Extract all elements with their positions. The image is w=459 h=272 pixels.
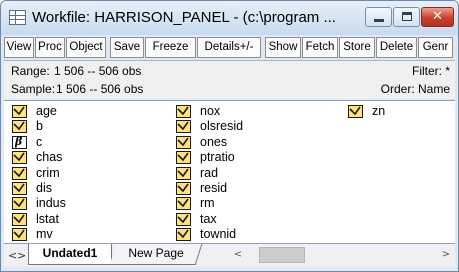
series-icon: [176, 166, 191, 180]
series-icon: [12, 105, 27, 118]
object-name: mv: [36, 227, 53, 242]
series-icon: [176, 120, 191, 134]
object-name: rad: [200, 165, 219, 180]
series-icon: [12, 166, 27, 180]
series-icon: [176, 135, 191, 149]
filter-value[interactable]: Filter: *: [412, 64, 450, 78]
workfile-app-icon: [9, 10, 26, 25]
series-icon: [176, 151, 191, 165]
object-name: rm: [200, 196, 215, 211]
object-name: resid: [200, 181, 228, 195]
coefficient-icon: β: [12, 134, 27, 149]
view-button[interactable]: View: [4, 37, 34, 58]
object-name: olsresid: [200, 119, 244, 134]
sample-value[interactable]: 1 506 -- 506 obs: [56, 82, 143, 96]
freeze-button[interactable]: Freeze: [145, 37, 196, 58]
sample-label: Sample:: [11, 82, 56, 96]
object-name: ptratio: [200, 150, 235, 165]
range-value[interactable]: 1 506 -- 506 obs: [54, 64, 141, 78]
page-tab-bar: < > Undated1 New Page < >: [4, 243, 455, 267]
maximize-icon: [402, 12, 412, 21]
tab-prev-button[interactable]: <: [8, 249, 17, 262]
object-name: nox: [200, 104, 221, 118]
series-icon: [12, 151, 27, 165]
close-button[interactable]: ✕: [421, 7, 454, 27]
window-title: Workfile: HARRISON_PANEL - (c:\program .…: [32, 9, 336, 26]
horizontal-scrollbar[interactable]: < >: [230, 246, 454, 264]
delete-button[interactable]: Delete: [376, 37, 417, 58]
scrollbar-thumb[interactable]: [259, 247, 305, 263]
object-name: c: [36, 134, 43, 149]
series-icon: [176, 212, 191, 226]
tab-new-page-label: New Page: [128, 246, 184, 260]
fetch-button[interactable]: Fetch: [302, 37, 338, 58]
workfile-window: Workfile: HARRISON_PANEL - (c:\program .…: [0, 0, 459, 272]
details-button[interactable]: Details+/-: [197, 37, 261, 58]
genr-button[interactable]: Genr: [418, 37, 453, 58]
object-name: crim: [36, 165, 60, 180]
scroll-left-icon[interactable]: <: [230, 246, 246, 264]
object-name: dis: [36, 181, 52, 195]
close-icon: ✕: [432, 9, 443, 24]
object-name: chas: [36, 150, 63, 165]
series-icon: [176, 228, 191, 242]
coefficient-glyph: β: [15, 134, 23, 148]
range-label: Range:: [11, 64, 50, 78]
store-button[interactable]: Store: [339, 37, 375, 58]
object-name: age: [36, 104, 57, 118]
series-icon: [348, 105, 363, 118]
tab-undated1[interactable]: Undated1: [28, 244, 112, 265]
object-name: townid: [200, 227, 237, 242]
series-icon: [12, 228, 27, 242]
object-name: indus: [36, 196, 66, 211]
object-button[interactable]: Object: [66, 37, 106, 58]
title-bar[interactable]: Workfile: HARRISON_PANEL - (c:\program .…: [1, 1, 458, 35]
series-icon: [176, 105, 191, 118]
series-icon: [176, 197, 191, 211]
order-value[interactable]: Order: Name: [381, 82, 450, 96]
object-name: tax: [200, 211, 217, 226]
object-name: zn: [372, 104, 386, 118]
tab-next-button[interactable]: >: [17, 249, 26, 262]
scroll-right-icon[interactable]: >: [438, 246, 454, 264]
series-icon: [12, 182, 27, 195]
object-name: ones: [200, 134, 228, 149]
workfile-object-list: age b β c chas crim dis indus lstat mv nox olsresid…: [4, 100, 455, 243]
object-name: lstat: [36, 211, 59, 226]
show-button[interactable]: Show: [265, 37, 301, 58]
save-button[interactable]: Save: [110, 37, 144, 58]
proc-button[interactable]: Proc: [35, 37, 65, 58]
series-icon: [176, 182, 191, 195]
workfile-info-panel: Range: 1 506 -- 506 obs Filter: * Sample…: [4, 60, 455, 99]
toolbar: View Proc Object Save Freeze Details+/- …: [1, 35, 458, 60]
series-icon: [12, 212, 27, 226]
maximize-button[interactable]: [393, 7, 420, 27]
object-name: b: [36, 119, 43, 134]
series-icon: [12, 197, 27, 211]
minimize-icon: [374, 19, 384, 22]
tab-new-page[interactable]: New Page: [109, 244, 203, 265]
series-icon: [12, 120, 27, 134]
minimize-button[interactable]: [365, 7, 392, 27]
